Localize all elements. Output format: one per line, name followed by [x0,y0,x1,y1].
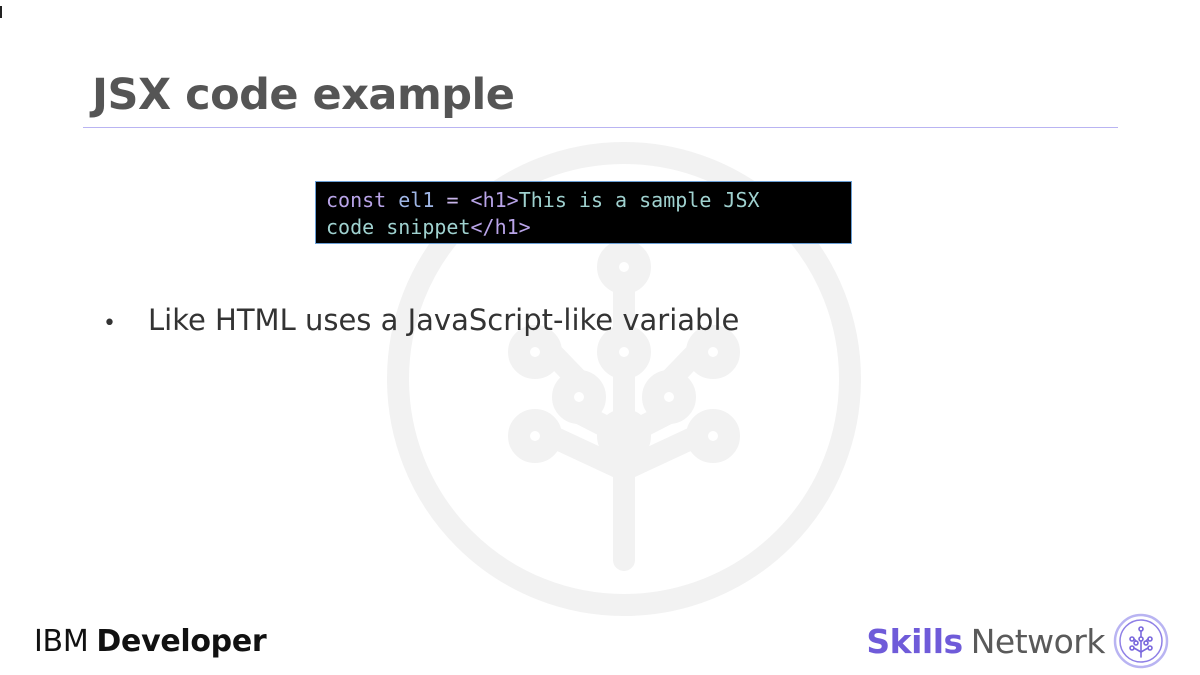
skills-wordmark: Skills [866,622,963,661]
page-title: JSX code example [92,70,515,120]
slide: JSX code example const el1 = <h1>This is… [0,0,1200,675]
ibm-developer-logo: IBM Developer [34,624,267,659]
code-operator: = [446,188,459,212]
code-text-continued: code snippet [326,215,471,239]
text-cursor-mark [0,6,2,18]
code-open-tag: <h1> [470,188,519,212]
code-keyword: const [326,188,387,212]
bullet-text: Like HTML uses a JavaScript-like variabl… [148,303,740,337]
code-text: This is a sample JSX [518,188,760,212]
bullet-marker: • [103,311,116,336]
bullet-item: • Like HTML uses a JavaScript-like varia… [100,303,739,337]
skills-network-logo-icon [1113,613,1169,669]
developer-wordmark: Developer [96,624,267,659]
code-variable: el1 [398,188,435,212]
skills-network-wordmark: Skills Network [866,622,1105,661]
ibm-wordmark: IBM [34,624,89,659]
code-snippet-box: const el1 = <h1>This is a sample JSX cod… [315,181,852,244]
code-line-1: const el1 = <h1>This is a sample JSX [326,187,841,214]
network-wordmark: Network [970,622,1106,661]
title-divider [83,127,1118,128]
code-close-tag: </h1> [470,215,531,239]
code-line-2: code snippet</h1> [326,214,841,241]
bullet-list: • Like HTML uses a JavaScript-like varia… [100,303,739,337]
